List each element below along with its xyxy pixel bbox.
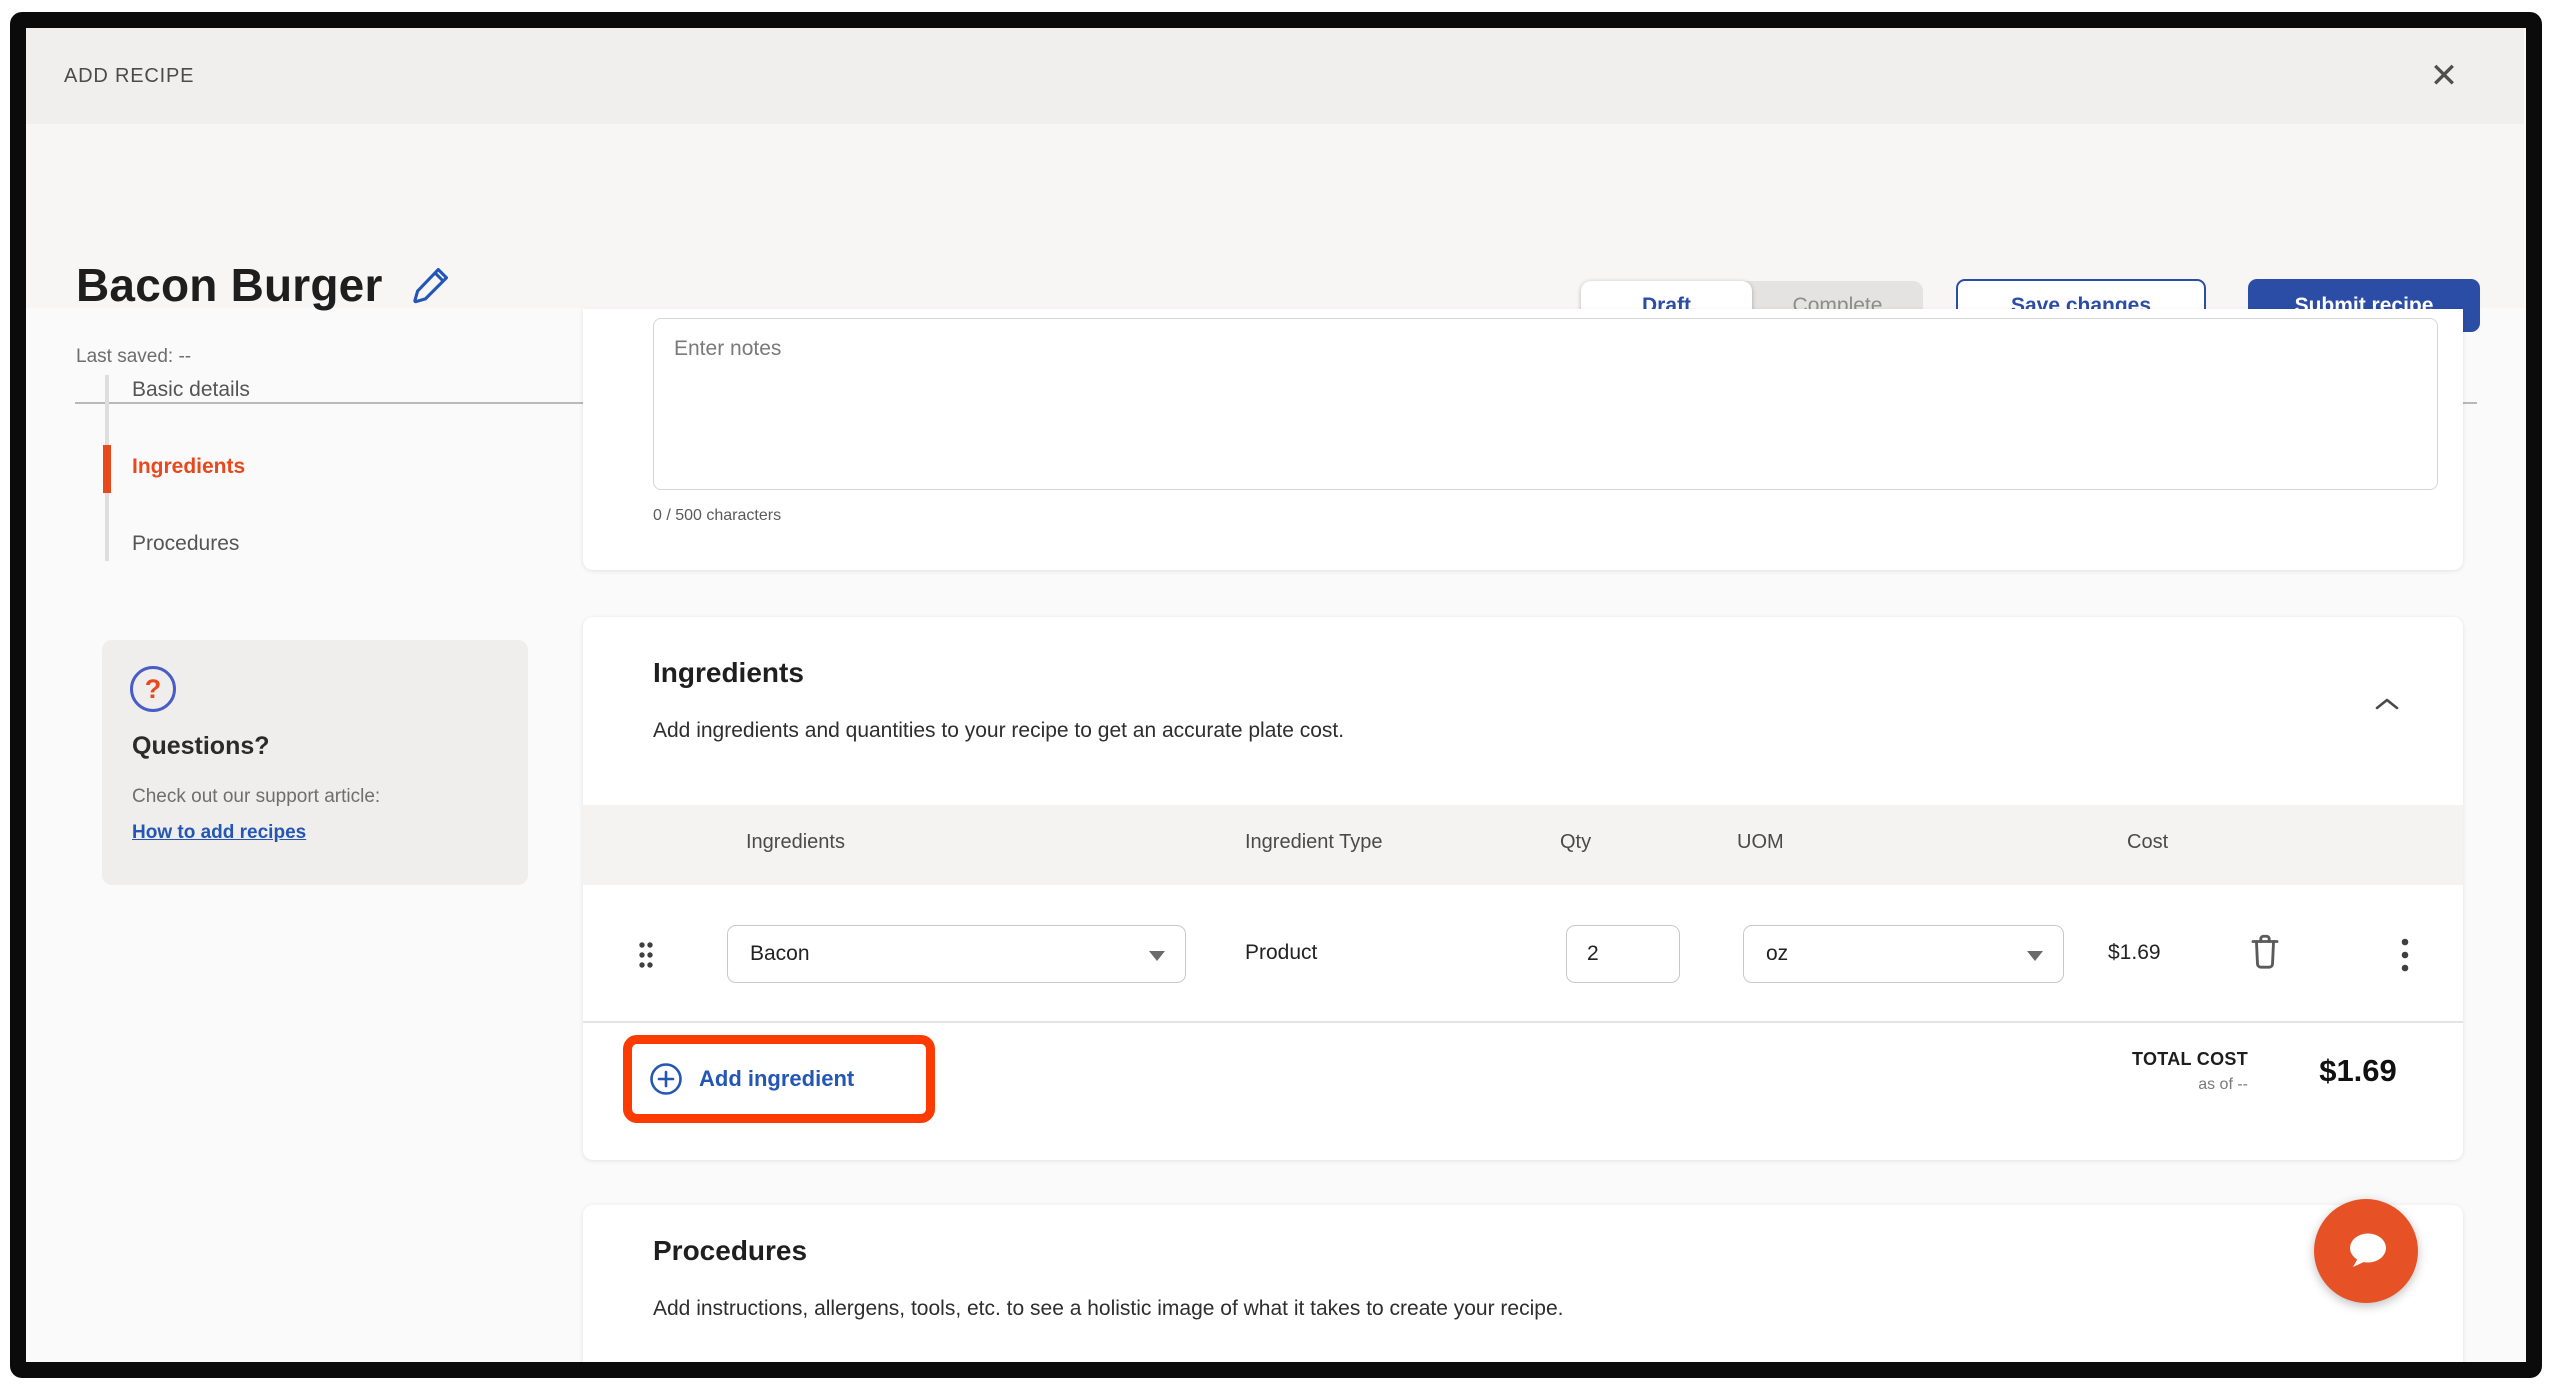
highlight-annotation: Add ingredient: [623, 1035, 935, 1123]
ingredients-subtitle: Add ingredients and quantities to your r…: [653, 719, 1344, 743]
help-card: ? Questions? Check out our support artic…: [102, 640, 528, 885]
uom-select-value: oz: [1766, 942, 1788, 966]
column-header-ingredient-type: Ingredient Type: [1245, 831, 1383, 854]
last-saved-label: Last saved: --: [76, 346, 191, 368]
total-cost-label: TOTAL COST: [2023, 1049, 2248, 1070]
help-title: Questions?: [132, 732, 270, 761]
column-header-ingredients: Ingredients: [746, 831, 845, 854]
ingredient-type-cell: Product: [1245, 941, 1317, 965]
chevron-down-icon: [2027, 951, 2043, 961]
ingredient-select[interactable]: Bacon: [727, 925, 1186, 983]
help-icon: ?: [130, 666, 176, 712]
help-link[interactable]: How to add recipes: [132, 822, 306, 844]
sidebar-item-procedures[interactable]: Procedures: [132, 532, 239, 560]
add-ingredient-label: Add ingredient: [699, 1066, 854, 1092]
row-menu-button[interactable]: [2391, 931, 2419, 982]
procedures-heading: Procedures: [653, 1235, 807, 1267]
column-header-uom: UOM: [1737, 831, 1784, 854]
total-cost-block: TOTAL COST as of --: [2023, 1049, 2248, 1094]
total-cost-value: $1.69: [2283, 1053, 2433, 1089]
add-recipe-modal: ADD RECIPE ✕ Bacon Burger Last saved: --…: [26, 28, 2524, 1362]
recipe-title: Bacon Burger: [76, 258, 383, 312]
modal-title: ADD RECIPE: [64, 28, 194, 124]
column-header-cost: Cost: [2127, 831, 2168, 854]
help-text: Check out our support article:: [132, 786, 380, 808]
procedures-section: Procedures Add instructions, allergens, …: [583, 1205, 2463, 1378]
procedures-subtitle: Add instructions, allergens, tools, etc.…: [653, 1297, 1563, 1321]
total-cost-asof: as of --: [2023, 1076, 2248, 1094]
ingredients-section: Ingredients Add ingredients and quantiti…: [583, 617, 2463, 1160]
edit-title-button[interactable]: [409, 262, 455, 308]
table-row: Bacon Product oz $1.69: [583, 885, 2463, 1023]
delete-row-button[interactable]: [2247, 931, 2283, 976]
ingredient-select-value: Bacon: [750, 942, 810, 966]
modal-topbar: ADD RECIPE ✕: [26, 28, 2524, 124]
chevron-up-icon: [2374, 696, 2400, 712]
qty-input[interactable]: [1566, 925, 1680, 983]
sidebar-active-indicator: [103, 445, 111, 493]
recipe-header: Bacon Burger Last saved: -- Draft Comple…: [26, 124, 2524, 308]
chevron-down-icon: [1149, 951, 1165, 961]
drag-handle[interactable]: [635, 939, 657, 974]
recipe-title-row: Bacon Burger: [76, 258, 455, 312]
chat-support-button[interactable]: [2314, 1199, 2418, 1303]
window-frame: ADD RECIPE ✕ Bacon Burger Last saved: --…: [10, 12, 2542, 1378]
cost-cell: $1.69: [2108, 941, 2161, 965]
collapse-section-button[interactable]: [2369, 691, 2405, 719]
sidebar-item-ingredients[interactable]: Ingredients: [132, 455, 245, 483]
add-ingredient-button[interactable]: Add ingredient: [632, 1061, 854, 1097]
uom-select[interactable]: oz: [1743, 925, 2064, 983]
chat-bubble-icon: [2336, 1221, 2396, 1281]
ingredients-heading: Ingredients: [653, 657, 804, 689]
notes-card: 0 / 500 characters: [583, 309, 2463, 570]
notes-textarea[interactable]: [653, 318, 2438, 490]
kebab-menu-icon: [2401, 937, 2409, 973]
close-icon[interactable]: ✕: [2422, 54, 2466, 98]
sidebar-item-basic-details[interactable]: Basic details: [132, 378, 250, 406]
pencil-icon: [410, 262, 454, 306]
ingredients-table-header: Ingredients Ingredient Type Qty UOM Cost: [583, 805, 2463, 885]
column-header-qty: Qty: [1560, 831, 1591, 854]
notes-char-count: 0 / 500 characters: [653, 507, 781, 525]
add-ingredient-row: Add ingredient TOTAL COST as of -- $1.69: [583, 1023, 2463, 1160]
trash-icon: [2247, 931, 2283, 973]
drag-dots-icon: [635, 939, 657, 971]
plus-circle-icon: [648, 1061, 684, 1097]
